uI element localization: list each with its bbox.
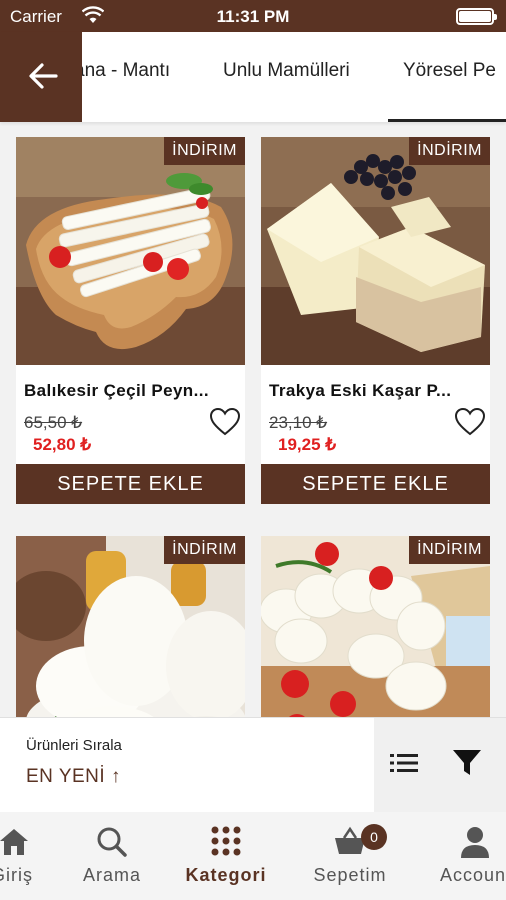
- nav-search[interactable]: Arama: [72, 812, 152, 900]
- nav-label: Sepetim: [313, 865, 387, 885]
- product-new-price: 52,80 ₺: [33, 435, 92, 454]
- status-bar: Carrier 11:31 PM: [0, 0, 506, 32]
- bottom-nav: Giriş Arama Kategori 0 Sepetim Ac: [0, 812, 506, 900]
- nav-label: Arama: [82, 865, 141, 885]
- product-image[interactable]: İNDİRIM: [261, 536, 490, 717]
- grid-dots-icon: [211, 826, 241, 856]
- nav-cart[interactable]: 0 Sepetim: [300, 812, 400, 900]
- nav-label: Account: [439, 865, 506, 885]
- product-card[interactable]: İNDİRIM Trakya Eski Kaşar P... 23,10 ₺ 1…: [261, 137, 490, 504]
- arrow-left-icon: [29, 63, 58, 89]
- product-image[interactable]: İNDİRIM: [261, 137, 490, 365]
- nav-category[interactable]: Kategori: [176, 812, 276, 900]
- list-view-icon[interactable]: [390, 752, 418, 774]
- discount-badge: İNDİRIM: [164, 536, 245, 564]
- product-image[interactable]: İNDİRIM: [16, 536, 245, 717]
- view-actions: [374, 718, 506, 813]
- nav-label: Kategori: [185, 865, 267, 885]
- product-grid: İNDİRIM Balıkesir Çeçil Peyn... 65,50 ₺ …: [0, 122, 506, 717]
- heart-icon[interactable]: [209, 407, 241, 437]
- status-time: 11:31 PM: [216, 7, 290, 26]
- tab-unlu-mamulleri[interactable]: Unlu Mamülleri: [223, 60, 350, 82]
- search-icon: [97, 827, 127, 857]
- product-name[interactable]: Trakya Eski Kaşar P...: [269, 381, 451, 401]
- filter-icon[interactable]: [452, 749, 482, 777]
- tab-mama-manti[interactable]: ana - Mantı: [74, 60, 170, 82]
- home-icon: [0, 829, 28, 855]
- sort-selector[interactable]: EN YENİ ↑: [26, 766, 121, 788]
- nav-home[interactable]: Giriş: [0, 812, 52, 900]
- heart-icon[interactable]: [454, 407, 486, 437]
- cart-count-badge: 0: [361, 824, 387, 850]
- nav-account[interactable]: Account: [426, 812, 506, 900]
- sort-title: Ürünleri Sırala: [26, 737, 122, 754]
- user-icon: [461, 827, 489, 858]
- battery-icon: [456, 8, 497, 25]
- discount-badge: İNDİRIM: [164, 137, 245, 165]
- discount-badge: İNDİRIM: [409, 137, 490, 165]
- sort-bar: Ürünleri Sırala EN YENİ ↑: [0, 717, 506, 813]
- product-card[interactable]: İNDİRIM: [261, 536, 490, 717]
- product-card[interactable]: İNDİRIM: [16, 536, 245, 717]
- product-new-price: 19,25 ₺: [278, 435, 337, 454]
- product-image[interactable]: İNDİRIM: [16, 137, 245, 365]
- nav-label: Giriş: [0, 865, 33, 885]
- back-button[interactable]: [0, 32, 82, 122]
- product-old-price: 23,10 ₺: [269, 413, 328, 432]
- add-to-cart-button[interactable]: SEPETE EKLE: [16, 464, 245, 504]
- product-old-price: 65,50 ₺: [24, 413, 83, 432]
- product-name[interactable]: Balıkesir Çeçil Peyn...: [24, 381, 209, 401]
- tab-yoresel[interactable]: Yöresel Pe: [403, 60, 496, 82]
- add-to-cart-button[interactable]: SEPETE EKLE: [261, 464, 490, 504]
- product-card[interactable]: İNDİRIM Balıkesir Çeçil Peyn... 65,50 ₺ …: [16, 137, 245, 504]
- discount-badge: İNDİRIM: [409, 536, 490, 564]
